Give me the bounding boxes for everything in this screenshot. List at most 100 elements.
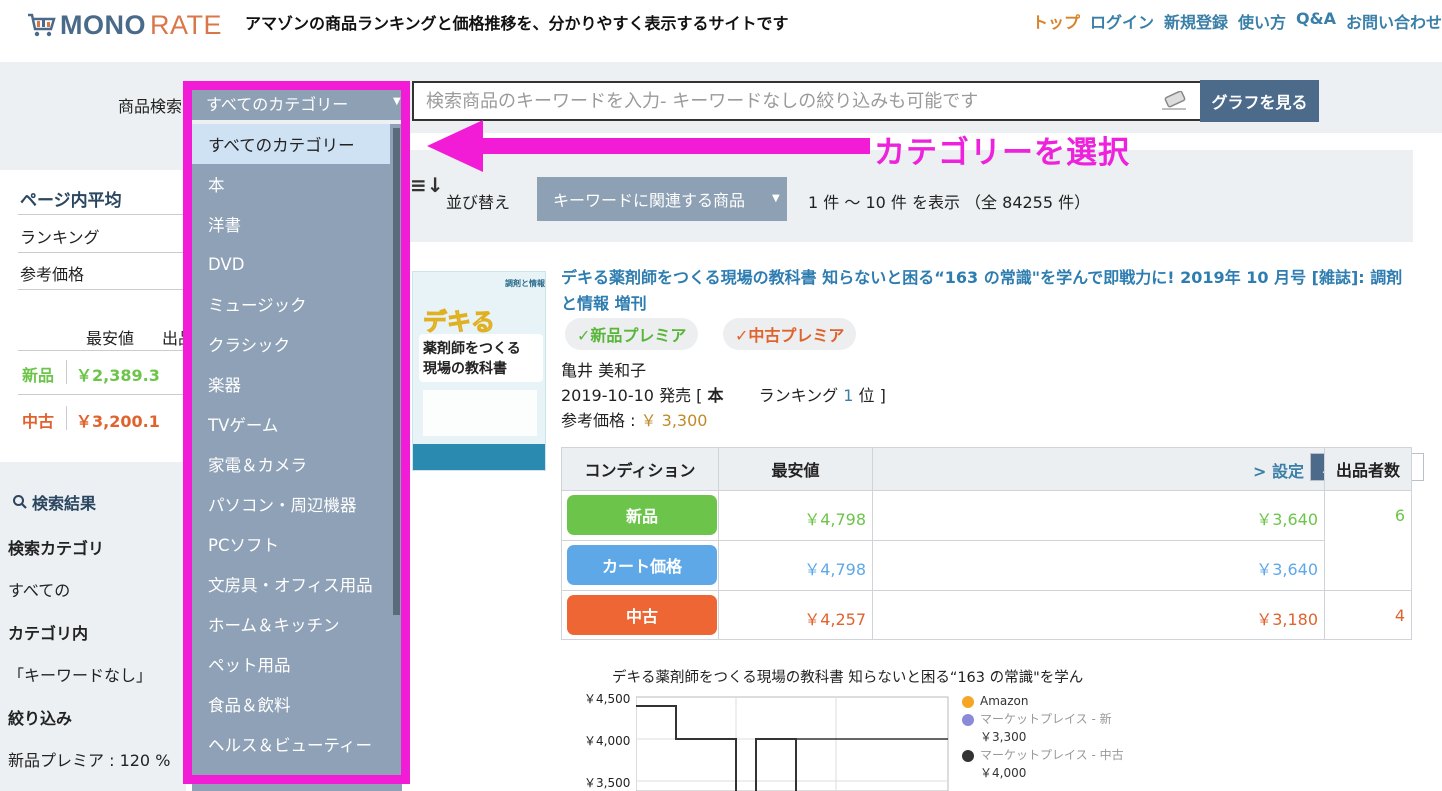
used-condition-label: 中古 <box>22 412 55 431</box>
divider <box>18 350 186 351</box>
new-premium-badge: ✓新品プレミア <box>565 318 699 350</box>
search-input[interactable] <box>426 90 1146 112</box>
table-cell: カート価格 <box>561 540 719 591</box>
legend-dot-icon <box>962 695 974 708</box>
sort-icon: ≡↓ <box>410 173 444 197</box>
y-tick-label: ￥3,500 <box>584 776 631 790</box>
site-header: MONO RATE アマゾンの商品ランキングと価格推移を、分かりやすく表示するサイ… <box>0 0 1442 62</box>
in-category-title: カテゴリ内 <box>8 624 89 643</box>
search-input-container <box>412 81 1202 121</box>
product-title-link[interactable]: デキる薬剤師をつくる現場の教科書 知らないと困る“163 の常識"を学んで即戦力… <box>561 265 1411 317</box>
search-label: 商品検索 <box>118 97 183 116</box>
legend-dot-icon <box>962 713 974 726</box>
cover-title-3: 現場の教科書 <box>423 361 507 377</box>
ranking-suffix: 位 ] <box>858 386 886 405</box>
chart-legend: Amazon マーケットプレイス - 新 ￥3,300 マーケットプレイス - … <box>962 692 1124 782</box>
ranking-label: ランキング <box>20 228 100 247</box>
release-type: 本 <box>707 386 724 405</box>
col-header-sellers: 出品者数 <box>1324 447 1412 491</box>
chart-title: デキる薬剤師をつくる現場の教科書 知らないと困る“163 の常識"を学ん <box>612 670 1084 686</box>
annotation-arrow-icon <box>427 120 870 172</box>
legend-label: マーケットプレイス - 新 <box>980 712 1112 726</box>
used-lowest-price: ￥4,257 <box>804 610 866 629</box>
product-release-info: 2019-10-10 発売 [ 本 ランキング 1 位 ] <box>561 382 886 406</box>
nav-register[interactable]: 新規登録 <box>1164 9 1228 33</box>
eraser-icon[interactable] <box>1160 91 1188 111</box>
sort-dropdown-arrow-icon: ▼ <box>772 193 780 204</box>
annotation-highlight-box <box>183 81 410 784</box>
col-header-lowest: 最安値 <box>718 447 873 491</box>
logo-text-main: MONO <box>60 9 146 40</box>
divider <box>18 394 186 395</box>
y-tick-label: ￥4,500 <box>584 692 631 706</box>
chart-plot <box>636 696 949 791</box>
ref-price-label: 参考価格 : <box>561 411 636 430</box>
nav-howto[interactable]: 使い方 <box>1238 9 1286 33</box>
filter-value: 新品プレミア : 120 % <box>8 751 171 770</box>
page-average-title: ページ内平均 <box>20 191 122 211</box>
price-history-chart: デキる薬剤師をつくる現場の教科書 知らないと困る“163 の常識"を学ん ￥4,… <box>580 662 1200 791</box>
cart-other-price: ￥3,640 <box>1256 560 1318 579</box>
logo-text-sub: RATE <box>150 9 223 40</box>
search-icon <box>13 495 27 509</box>
ranking-value: 1 <box>843 386 854 405</box>
cart-icon <box>28 13 56 37</box>
product-image[interactable]: 調剤と情報 デキる 薬剤師をつくる 現場の教科書 <box>412 271 546 471</box>
search-category-value: すべての <box>8 581 71 600</box>
used-seller-count: 4 <box>1394 606 1405 625</box>
legend-item: マーケットプレイス - 新 <box>962 710 1124 728</box>
divider <box>18 214 186 215</box>
table-cell: ￥3,180 <box>872 590 1325 640</box>
sort-label: 並び替え <box>446 193 511 212</box>
nav-contact[interactable]: お問い合わせ <box>1346 9 1442 33</box>
nav-login[interactable]: ログイン <box>1090 9 1154 33</box>
sort-select[interactable]: キーワードに関連する商品 <box>537 177 787 221</box>
legend-dot-icon <box>962 749 974 762</box>
divider <box>18 289 186 290</box>
table-cell: 4 <box>1324 590 1412 640</box>
cart-lowest-price: ￥4,798 <box>804 560 866 579</box>
table-cell: 6 <box>1324 490 1412 591</box>
cover-title-2: 薬剤師をつくる <box>423 341 521 357</box>
ranking-prefix: ランキング <box>758 386 839 405</box>
new-condition-label: 新品 <box>22 366 55 385</box>
filter-title: 絞り込み <box>8 709 73 728</box>
annotation-callout: カテゴリーを選択 <box>874 135 1130 171</box>
table-cell: ￥3,640 <box>872 490 1325 541</box>
legend-label: Amazon <box>980 694 1029 708</box>
table-cell: ￥4,257 <box>718 590 873 640</box>
y-tick-label: ￥4,000 <box>584 734 631 748</box>
search-results-title: 検索結果 <box>32 494 97 513</box>
result-count: 1 件 〜 10 件 を表示 （全 84255 件） <box>808 193 1091 212</box>
in-category-value: 「キーワードなし」 <box>8 666 153 685</box>
product-ref-price: 参考価格 : ￥ 3,300 <box>561 407 707 431</box>
legend-item: Amazon <box>962 692 1124 710</box>
divider <box>66 406 67 430</box>
nav-qa[interactable]: Q&A <box>1296 9 1336 33</box>
condition-new-button[interactable]: 新品 <box>567 495 717 535</box>
legend-label: マーケットプレイス - 中古 <box>980 748 1124 762</box>
new-average-price: ￥2,389.3 <box>76 366 160 385</box>
table-cell: 新品 <box>561 490 719 541</box>
search-category-title: 検索カテゴリ <box>8 539 105 558</box>
cover-magazine-name: 調剤と情報 <box>505 279 545 288</box>
divider <box>66 360 67 384</box>
site-tagline: アマゾンの商品ランキングと価格推移を、分かりやすく表示するサイトです <box>245 14 789 33</box>
table-cell: ￥4,798 <box>718 540 873 591</box>
table-cell: ￥3,640 <box>872 540 1325 591</box>
nav-top[interactable]: トップ <box>1032 9 1080 33</box>
legend-price: ￥4,000 <box>980 766 1027 780</box>
condition-cart-button[interactable]: カート価格 <box>567 545 717 585</box>
ref-price-value: ￥ 3,300 <box>640 411 708 430</box>
settings-link[interactable]: > 設定 <box>1253 458 1304 482</box>
cover-title-1: デキる <box>423 308 496 337</box>
top-nav: トップ ログイン 新規登録 使い方 Q&A お問い合わせ <box>1032 9 1442 33</box>
price-table: コンディション 最安値 入 金 > 設定 出品者数 新品 ￥4,798 ￥3,6… <box>561 447 1424 640</box>
view-graph-button[interactable]: グラフを見る <box>1200 80 1319 122</box>
site-logo[interactable]: MONO RATE <box>26 8 222 42</box>
legend-item: マーケットプレイス - 中古 <box>962 746 1124 764</box>
new-other-price: ￥3,640 <box>1256 510 1318 529</box>
condition-used-button[interactable]: 中古 <box>567 595 717 635</box>
col-lowest-price: 最安値 <box>86 329 135 348</box>
used-other-price: ￥3,180 <box>1256 610 1318 629</box>
